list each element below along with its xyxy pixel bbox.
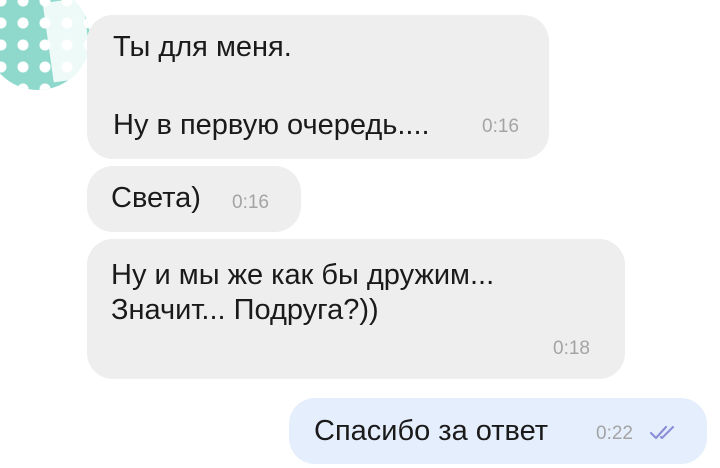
message-timestamp: 0:16 (482, 116, 519, 137)
chat-view: Ты для меня. Ну в первую очередь.... 0:1… (0, 0, 720, 468)
message-text-line: Ну в первую очередь.... (113, 109, 430, 141)
message-text-line: Значит... Подруга?)) (111, 294, 379, 326)
message-text-line: Ну и мы же как бы дружим... (111, 259, 495, 291)
message-bubble-incoming[interactable]: Ты для меня. Ну в первую очередь.... 0:1… (87, 15, 549, 159)
message-bubble-incoming[interactable]: Света) 0:16 (87, 166, 301, 232)
message-bubble-outgoing[interactable]: Спасибо за ответ 0:22 (289, 398, 707, 464)
double-check-icon (649, 425, 675, 440)
message-bubble-incoming[interactable]: Ну и мы же как бы дружим... Значит... По… (87, 239, 625, 379)
message-timestamp: 0:18 (553, 338, 590, 359)
message-text-line: Ты для меня. (113, 31, 292, 63)
message-timestamp: 0:16 (232, 192, 269, 213)
message-text-line: Света) (111, 182, 201, 214)
message-text-line: Спасибо за ответ (314, 415, 549, 447)
avatar-icon[interactable] (0, 0, 90, 90)
message-timestamp: 0:22 (596, 423, 633, 444)
